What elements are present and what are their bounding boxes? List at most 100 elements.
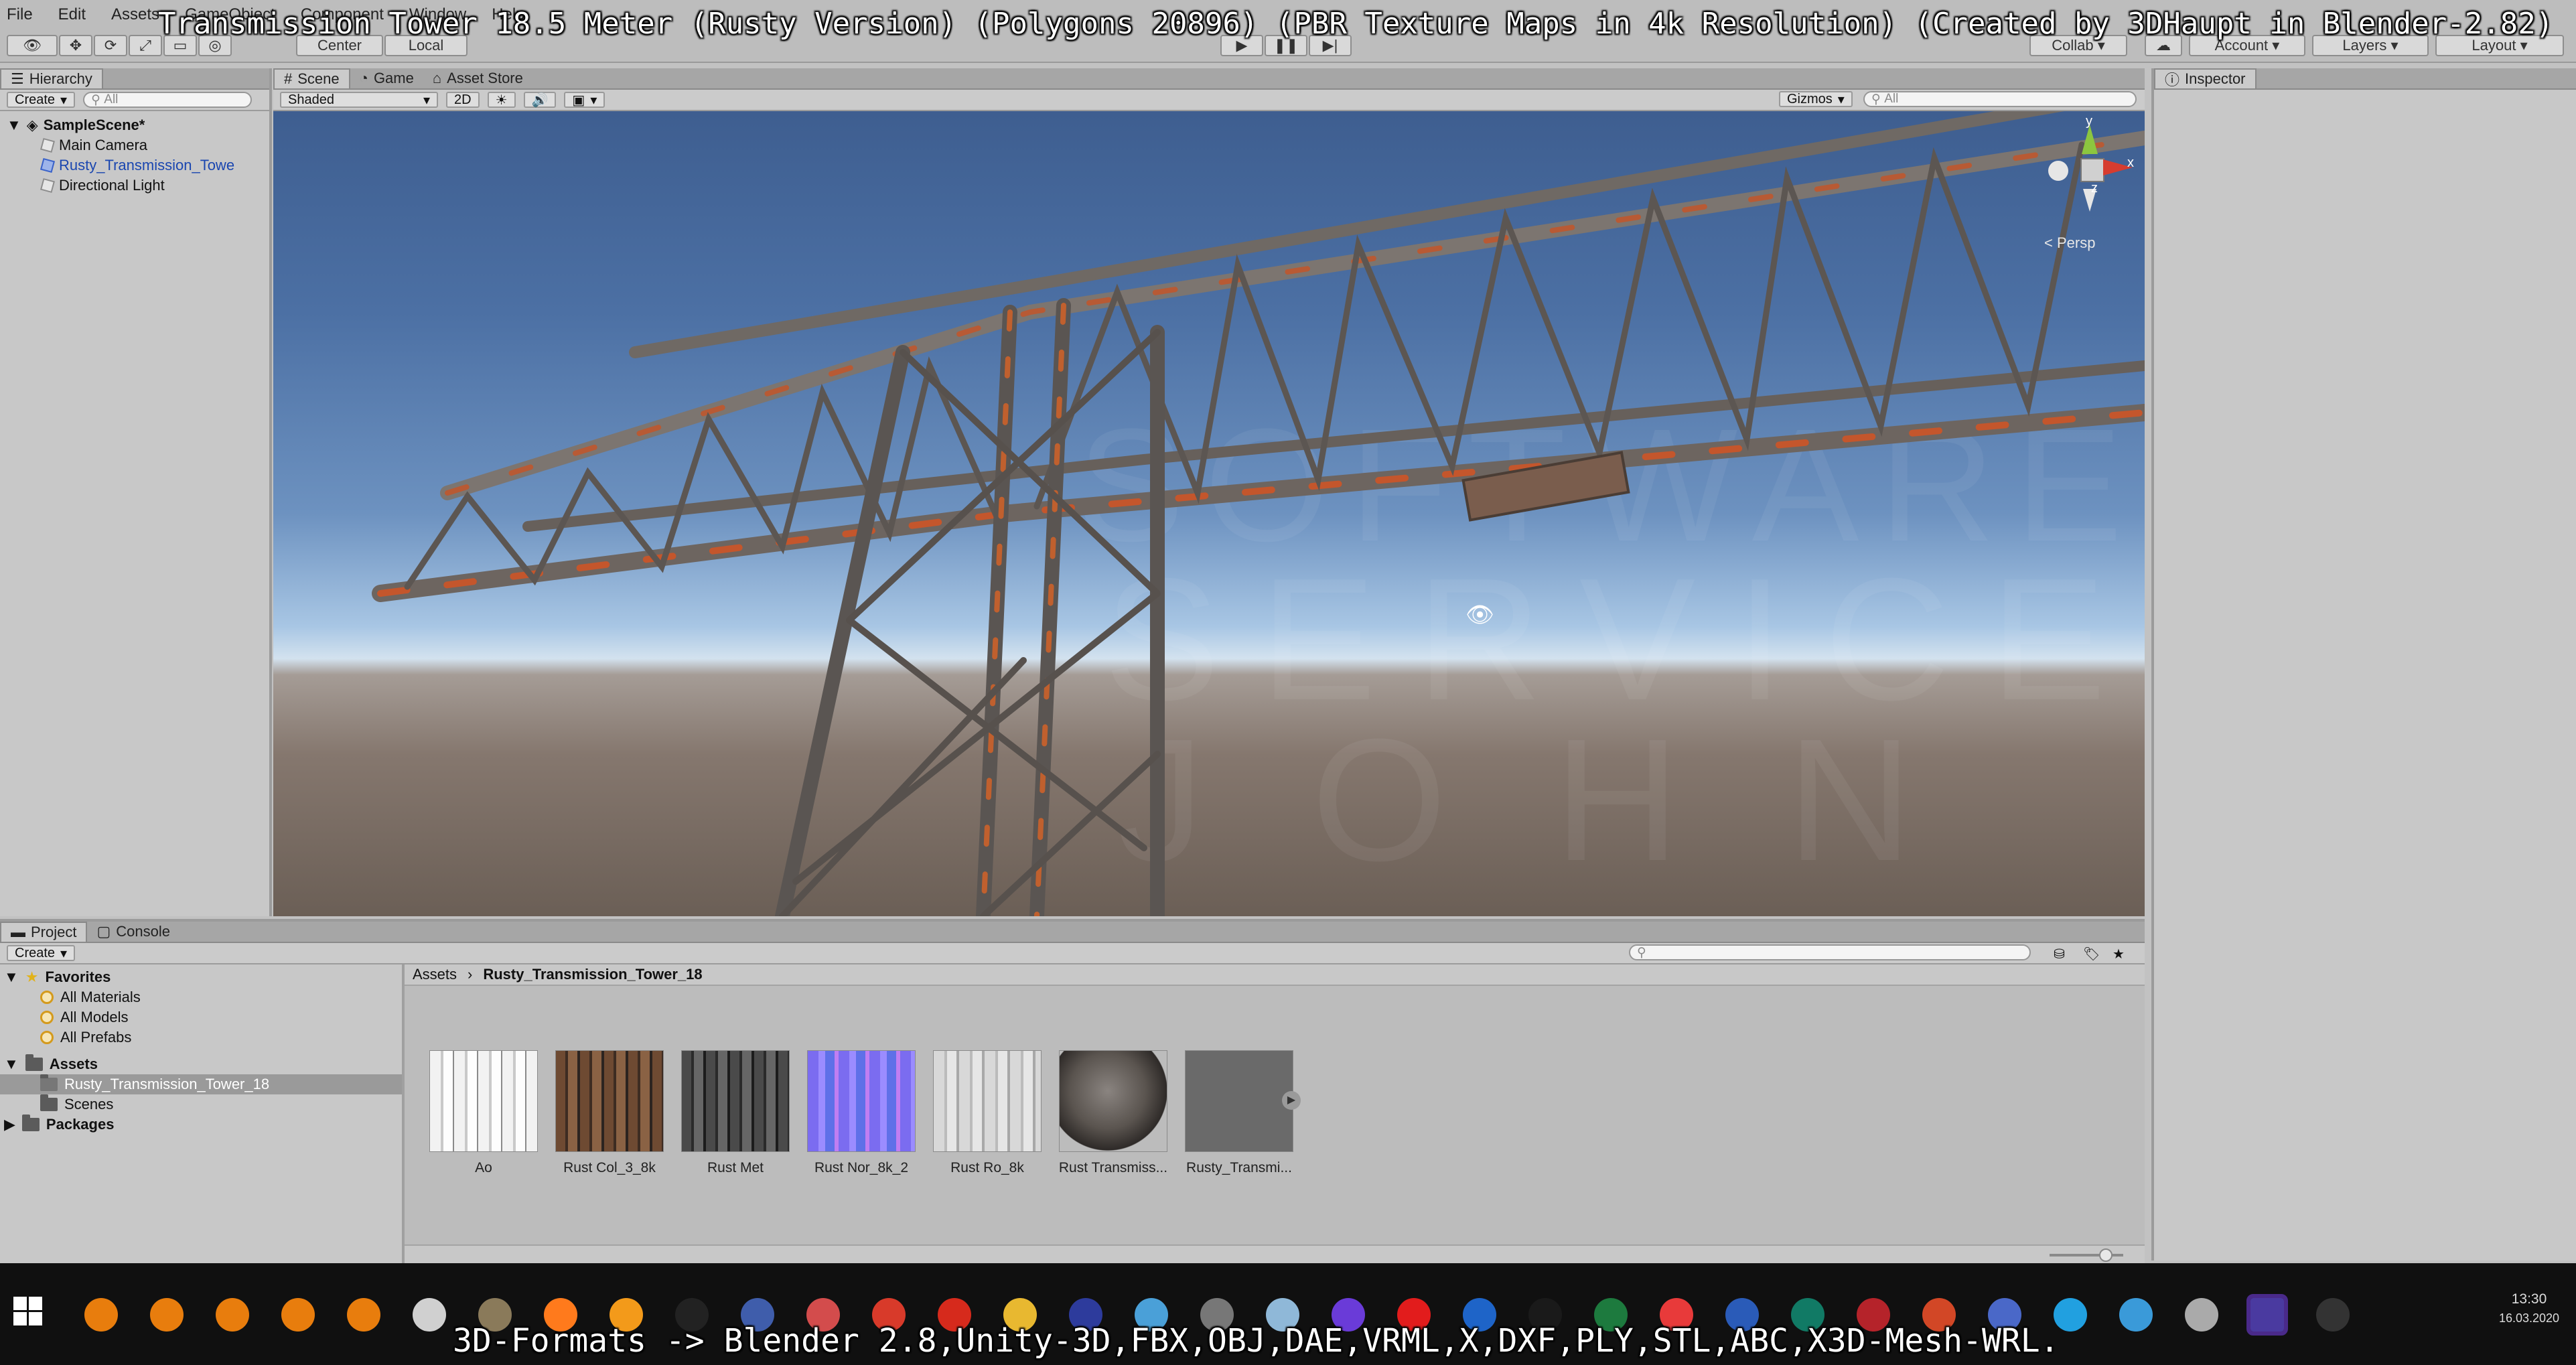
gizmo-y-label: y	[2086, 114, 2092, 129]
orbit-cursor-icon: 👁	[1465, 602, 1495, 628]
project-search-input[interactable]: ⚲	[1629, 944, 2031, 960]
unity-icon[interactable]	[413, 1298, 446, 1332]
filter-type-icon[interactable]: ⛁	[2054, 946, 2065, 962]
effects-dropdown[interactable]: ▣ ▾	[564, 92, 605, 108]
favorite-item[interactable]: All Prefabs	[0, 1027, 402, 1048]
asset-item[interactable]: Rust Ro_8k	[928, 1050, 1046, 1176]
tab-asset-store[interactable]: ⌂ Asset Store	[423, 68, 532, 88]
saved-search-icon	[40, 1031, 54, 1044]
hierarchy-item[interactable]: Directional Light	[0, 175, 269, 196]
tab-scene[interactable]: # Scene	[273, 68, 350, 88]
project-folder-tree: ▼ ★ Favorites All Materials All Models A…	[0, 964, 405, 1263]
menu-assets[interactable]: Assets	[111, 5, 159, 24]
asset-item[interactable]: Rust Met	[676, 1050, 794, 1176]
star-icon: ★	[25, 968, 39, 985]
gizmo-z-label: z	[2091, 181, 2098, 196]
gizmos-dropdown[interactable]: Gizmos ▾	[1779, 91, 1853, 107]
saved-search-icon	[40, 1011, 54, 1024]
blender-icon[interactable]	[84, 1298, 118, 1332]
system-clock[interactable]: 13:30 16.03.2020	[2489, 1291, 2569, 1325]
asset-item[interactable]: Ao	[425, 1050, 543, 1176]
breadcrumb-item[interactable]: Assets	[413, 966, 457, 983]
image-icon: ▣	[572, 92, 585, 108]
windows-start-icon[interactable]	[13, 1297, 43, 1326]
asset-item[interactable]: ▶ Rusty_Transmi...	[1180, 1050, 1301, 1176]
folder-icon: ▬	[11, 924, 25, 940]
texture-thumbnail	[555, 1050, 664, 1152]
filter-label-icon[interactable]: 🏷	[2083, 946, 2100, 962]
scene-search-input[interactable]: ⚲ All	[1863, 91, 2137, 107]
search-icon: ⚲	[91, 92, 100, 107]
expand-arrow-icon: ▼	[7, 117, 21, 133]
shading-mode-dropdown[interactable]: Shaded ▾	[280, 92, 438, 108]
sun-icon: ☀	[495, 92, 508, 108]
folder-item[interactable]: Scenes	[0, 1094, 402, 1115]
asset-item[interactable]: Rust Nor_8k_2	[802, 1050, 920, 1176]
breadcrumb-item[interactable]: Rusty_Transmission_Tower_18	[483, 966, 702, 983]
toggle-2d-button[interactable]: 2D	[446, 92, 480, 108]
texture-thumbnail	[429, 1050, 538, 1152]
info-icon: ⓘ	[2165, 72, 2180, 88]
tab-game[interactable]: ◔ Game	[350, 68, 423, 88]
hierarchy-item[interactable]: Main Camera	[0, 135, 269, 155]
asset-item[interactable]: Rust Transmiss...	[1054, 1050, 1172, 1176]
folder-icon	[40, 1074, 58, 1091]
blender-icon[interactable]	[347, 1298, 380, 1332]
hierarchy-search-input[interactable]: ⚲ All	[83, 92, 253, 108]
unity-active-icon[interactable]	[2246, 1294, 2288, 1336]
collapse-arrow-icon: ▶	[4, 1116, 15, 1133]
rotate-icon: ⟳	[104, 37, 117, 54]
hierarchy-panel: ☰ Hierarchy Create ▾ ⚲ All ▼ ◈ SampleScene…	[0, 68, 272, 916]
favorite-item[interactable]: All Models	[0, 1007, 402, 1027]
scene-toolbar: Shaded ▾ 2D ☀ 🔊 ▣ ▾ Gizmos ▾ ⚲ All	[273, 90, 2145, 111]
gameobject-icon	[40, 177, 56, 194]
favorites-header[interactable]: ▼ ★ Favorites	[0, 967, 402, 987]
tab-project[interactable]: ▬ Project	[0, 922, 88, 942]
breadcrumb: Assets › Rusty_Transmission_Tower_18	[405, 964, 2145, 986]
expand-asset-icon[interactable]: ▶	[1282, 1091, 1301, 1110]
search-icon: ⚲	[1637, 945, 1646, 960]
hand-tool-button[interactable]: 👁	[7, 35, 58, 56]
tab-hierarchy[interactable]: ☰ Hierarchy	[0, 68, 103, 88]
unity-scene-icon: ◈	[26, 117, 38, 133]
video-subtitle-overlay: 3D-Formats -> Blender 2.8,Unity-3D,FBX,O…	[453, 1322, 2060, 1360]
blender-icon[interactable]	[216, 1298, 249, 1332]
packages-header[interactable]: ▶ Packages	[0, 1115, 402, 1135]
scale-tool-button[interactable]: ⤢	[129, 35, 162, 56]
blender-icon[interactable]	[150, 1298, 184, 1332]
slider-handle[interactable]	[2099, 1248, 2113, 1262]
hierarchy-item-selected[interactable]: Rusty_Transmission_Towe	[0, 155, 269, 175]
gameobject-icon	[40, 137, 56, 153]
project-create-dropdown[interactable]: Create ▾	[7, 945, 76, 961]
store-icon: ⌂	[432, 70, 442, 86]
material-thumbnail	[1059, 1050, 1167, 1152]
camera-icon[interactable]	[2316, 1298, 2350, 1332]
orientation-gizmo[interactable]: y x z < Persp	[2042, 114, 2135, 251]
hierarchy-tabstrip: ☰ Hierarchy	[0, 68, 269, 90]
pen-icon[interactable]	[2119, 1298, 2153, 1332]
project-panel: ▬ Project ▢ Console Create ▾ ⚲ ⛁ 🏷 ★ ▼ ★ Fa…	[0, 919, 2145, 1265]
scene-viewport[interactable]: SOFTWARE SERVICE JOHN	[273, 111, 2145, 916]
move-tool-button[interactable]: ✥	[59, 35, 92, 56]
wolf-icon[interactable]	[2185, 1298, 2218, 1332]
tab-console[interactable]: ▢ Console	[87, 922, 180, 942]
audio-toggle[interactable]: 🔊	[523, 92, 557, 108]
blender-icon[interactable]	[281, 1298, 315, 1332]
rotate-tool-button[interactable]: ⟳	[94, 35, 127, 56]
favorite-item[interactable]: All Materials	[0, 987, 402, 1007]
tab-inspector[interactable]: ⓘ Inspector	[2154, 68, 2257, 88]
scene-root-row[interactable]: ▼ ◈ SampleScene*	[0, 115, 269, 135]
gizmo-neg-x-icon[interactable]	[2048, 161, 2068, 181]
asset-item[interactable]: Rust Col_3_8k	[551, 1050, 668, 1176]
projection-label[interactable]: < Persp	[2044, 234, 2095, 252]
hierarchy-create-dropdown[interactable]: Create ▾	[7, 92, 76, 108]
favorite-star-icon[interactable]: ★	[2113, 946, 2125, 962]
move-icon: ✥	[69, 37, 82, 54]
folder-item-selected[interactable]: Rusty_Transmission_Tower_18	[0, 1074, 402, 1094]
assets-header[interactable]: ▼ Assets	[0, 1054, 402, 1074]
folder-icon	[40, 1094, 58, 1111]
expand-arrow-icon: ▼	[4, 1056, 19, 1072]
lighting-toggle[interactable]: ☀	[487, 92, 516, 108]
menu-edit[interactable]: Edit	[58, 5, 86, 24]
menu-file[interactable]: File	[7, 5, 33, 24]
